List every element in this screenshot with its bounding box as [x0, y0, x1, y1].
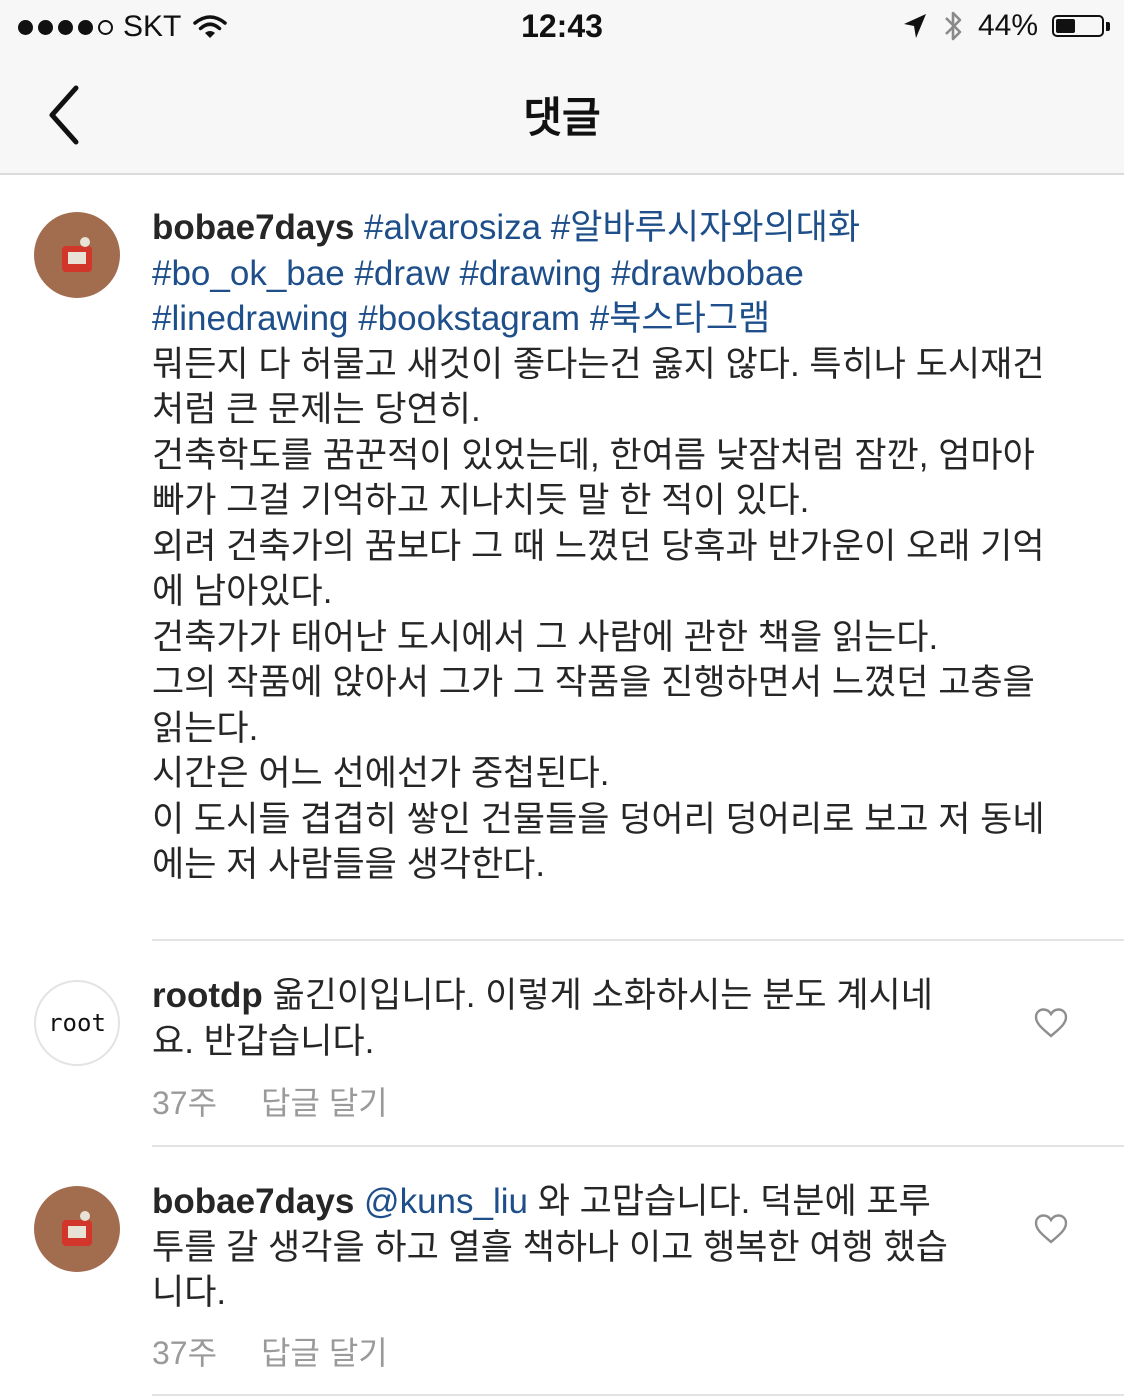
caption-line: 에는 저 사람들을 생각한다. [152, 845, 546, 884]
caption-line: 에 남아있다. [152, 572, 333, 611]
comment-rootdp: rootdp 옮긴이입니다. 이렇게 소화하시는 분도 계시네 요. 반갑습니다… [152, 973, 933, 1064]
avatar-bobae7days[interactable] [34, 212, 120, 298]
divider [152, 1145, 1124, 1147]
avatar-bobae7days[interactable] [34, 1186, 120, 1272]
status-bar: SKT 12:43 44% [0, 0, 1124, 56]
page-title: 댓글 [523, 94, 601, 141]
comment-text: 니다. [152, 1273, 227, 1312]
comment-text: 투를 갈 생각을 하고 열흘 책하나 이고 행복한 여행 했습 [152, 1227, 948, 1267]
divider [152, 939, 1124, 941]
bluetooth-icon [945, 11, 962, 41]
divider [152, 1394, 1124, 1396]
comment-username[interactable]: bobae7days [152, 1182, 354, 1221]
comment-mention[interactable]: @kuns_liu [364, 1182, 528, 1221]
reply-button[interactable]: 답글 달기 [261, 1328, 388, 1374]
caption-line: 처럼 큰 문제는 당연히. [152, 390, 481, 429]
avatar-drawing-icon [62, 1211, 92, 1246]
caption-hashtags-3[interactable]: #linedrawing #bookstagram #북스타그램 [152, 296, 1045, 342]
caption-text: bobae7days #alvarosiza #알바루시자와의대화 #bo_ok… [152, 205, 1045, 888]
battery-icon [1052, 15, 1110, 37]
caption-hashtags-2[interactable]: #bo_ok_bae #draw #drawing #drawbobae [152, 251, 1045, 297]
caption-line: 건축학도를 꿈꾼적이 있었는데, 한여름 낮잠처럼 잠깐, 엄마아 [152, 435, 1035, 475]
caption-line: 빠가 그걸 기억하고 지나치듯 말 한 적이 있다. [152, 481, 810, 520]
heart-icon[interactable] [1033, 1007, 1069, 1039]
avatar-root-logo: root [48, 1009, 106, 1037]
location-arrow-icon [903, 14, 926, 38]
battery-fill [1056, 19, 1076, 33]
comment-text: 와 고맙습니다. 덕분에 포루 [537, 1182, 931, 1221]
caption-hashtags-1[interactable]: #alvarosiza #알바루시자와의대화 [364, 208, 860, 247]
caption-line: 읽는다. [152, 708, 259, 748]
caption-line: 그의 작품에 앉아서 그가 그 작품을 진행하면서 느꼈던 고충을 [152, 663, 1035, 702]
status-right: 44% [902, 9, 1110, 43]
caption-line: 시간은 어느 선에선가 중첩된다. [152, 754, 610, 793]
avatar-drawing-icon [62, 237, 92, 272]
heart-icon[interactable] [1033, 1213, 1069, 1245]
caption-line: 건축가가 태어난 도시에서 그 사람에 관한 책을 읽는다. [152, 617, 939, 657]
caption-username[interactable]: bobae7days [152, 208, 354, 247]
comment-text: 요. 반갑습니다. [152, 1021, 375, 1061]
caption-line: 외려 건축가의 꿈보다 그 때 느꼈던 당혹과 반가운이 오래 기억 [152, 526, 1045, 566]
comment-username[interactable]: rootdp [152, 976, 263, 1015]
comment-meta: 37주 답글 달기 [152, 1078, 388, 1124]
comment-bobae7days: bobae7days @kuns_liu 와 고맙습니다. 덕분에 포루 투를 … [152, 1179, 948, 1316]
battery-percent: 44% [977, 9, 1038, 42]
reply-button[interactable]: 답글 달기 [261, 1078, 388, 1124]
comment-time: 37주 [152, 1335, 218, 1371]
comment-text: 옮긴이입니다. 이렇게 소화하시는 분도 계시네 [272, 976, 933, 1015]
caption-line: 이 도시들 겹겹히 쌓인 건물들을 덩어리 덩어리로 보고 저 동네 [152, 799, 1045, 839]
avatar-rootdp[interactable]: root [34, 980, 120, 1066]
nav-bar: 댓글 [0, 56, 1124, 175]
caption-line: 뭐든지 다 허물고 새것이 좋다는건 옳지 않다. 특히나 도시재건 [152, 344, 1045, 384]
comment-meta: 37주 답글 달기 [152, 1328, 388, 1374]
comment-time: 37주 [152, 1085, 218, 1121]
